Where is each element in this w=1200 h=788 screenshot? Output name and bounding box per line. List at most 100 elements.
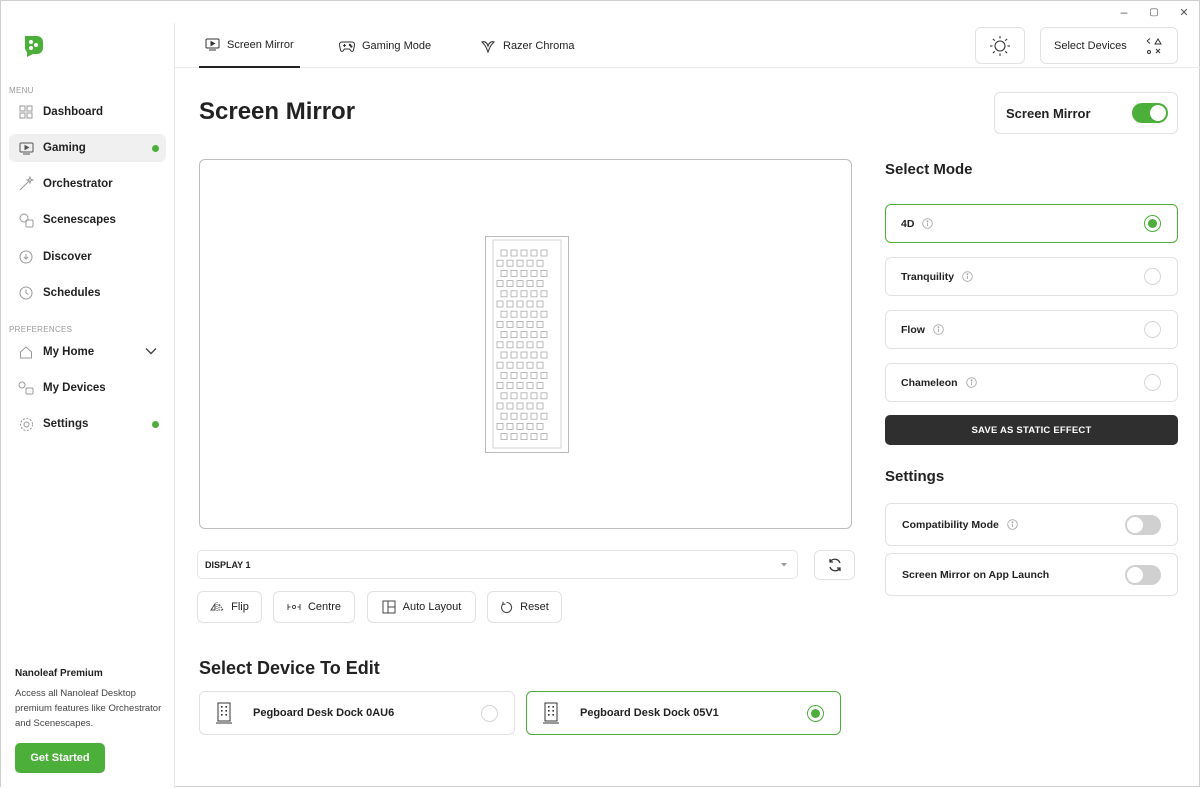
screen-mirror-launch-toggle[interactable] xyxy=(1125,565,1161,585)
flip-button[interactable]: Flip xyxy=(197,591,262,623)
sidebar-item-label: Discover xyxy=(43,251,92,263)
device-radio[interactable] xyxy=(481,705,498,722)
app-window: – ▢ ✕ MENU Dashboard Gaming Orchestrator… xyxy=(0,0,1200,788)
sidebar-item-settings[interactable]: Settings xyxy=(9,410,166,438)
screen-mirror-toggle-label: Screen Mirror xyxy=(1006,105,1091,121)
sidebar-item-gaming[interactable]: Gaming xyxy=(9,134,166,162)
mode-4d[interactable]: 4D xyxy=(885,204,1178,243)
sidebar-item-label: Settings xyxy=(43,418,89,430)
minimize-button[interactable]: – xyxy=(1109,1,1139,23)
gamepad-icon xyxy=(339,40,355,52)
mode-radio[interactable] xyxy=(1144,374,1161,391)
tab-gaming-mode[interactable]: Gaming Mode xyxy=(339,23,431,68)
screen-mirror-toggle[interactable] xyxy=(1132,103,1168,123)
select-devices-button[interactable]: Select Devices xyxy=(1040,27,1178,64)
chevron-down-icon[interactable] xyxy=(144,344,158,358)
info-icon[interactable] xyxy=(933,324,944,335)
device-card-0au6[interactable]: Pegboard Desk Dock 0AU6 xyxy=(199,691,515,735)
mode-chameleon[interactable]: Chameleon xyxy=(885,363,1178,402)
display-select[interactable]: DISPLAY 1 xyxy=(197,550,798,579)
status-dot xyxy=(152,144,159,152)
minimize-icon: – xyxy=(1120,5,1128,19)
caret-down-icon xyxy=(781,563,787,567)
mode-radio[interactable] xyxy=(1144,321,1161,338)
info-icon[interactable] xyxy=(922,218,934,229)
reset-button[interactable]: Reset xyxy=(487,591,562,623)
premium-description: Access all Nanoleaf Desktop premium feat… xyxy=(15,688,162,729)
maximize-button[interactable]: ▢ xyxy=(1139,1,1169,23)
premium-title: Nanoleaf Premium xyxy=(15,668,103,679)
page-title: Screen Mirror xyxy=(199,98,356,125)
menu-section-label: MENU xyxy=(9,86,34,95)
pegboard-device-graphic[interactable] xyxy=(485,236,571,454)
sidebar-item-label: Scenescapes xyxy=(43,214,116,226)
screen-mirror-toggle-card: Screen Mirror xyxy=(994,92,1178,134)
mode-tranquility[interactable]: Tranquility xyxy=(885,257,1178,296)
tab-label: Screen Mirror xyxy=(227,38,294,51)
setting-screen-mirror-on-launch: Screen Mirror on App Launch xyxy=(885,553,1178,596)
sidebar-item-discover[interactable]: Discover xyxy=(9,243,166,271)
select-device-title: Select Device To Edit xyxy=(199,658,380,678)
home-icon xyxy=(17,343,35,361)
monitor-play-icon xyxy=(17,139,35,157)
status-dot xyxy=(152,420,159,428)
reset-icon xyxy=(500,601,513,614)
compatibility-mode-toggle[interactable] xyxy=(1125,515,1161,535)
mode-radio[interactable] xyxy=(1144,268,1161,285)
scenes-icon xyxy=(17,211,35,229)
device-name: Pegboard Desk Dock 05V1 xyxy=(580,707,719,719)
info-icon[interactable] xyxy=(965,377,977,388)
devices-icon xyxy=(17,379,35,397)
device-shapes-icon xyxy=(1146,38,1162,54)
sidebar-item-my-devices[interactable]: My Devices xyxy=(9,374,166,402)
clock-icon xyxy=(17,284,35,302)
refresh-icon xyxy=(828,558,841,572)
mode-flow[interactable]: Flow xyxy=(885,310,1178,349)
centre-label: Centre xyxy=(307,601,342,613)
close-button[interactable]: ✕ xyxy=(1169,1,1199,23)
close-icon: ✕ xyxy=(1179,6,1189,19)
sidebar-item-scenescapes[interactable]: Scenescapes xyxy=(9,206,166,234)
device-card-05v1[interactable]: Pegboard Desk Dock 05V1 xyxy=(526,691,841,735)
sidebar-item-label: My Home xyxy=(43,346,95,358)
mode-label: Chameleon xyxy=(901,376,958,389)
auto-layout-label: Auto Layout xyxy=(402,601,462,613)
sidebar-item-label: Gaming xyxy=(43,142,86,154)
device-radio[interactable] xyxy=(807,705,824,722)
sidebar-item-label: Dashboard xyxy=(43,106,104,118)
mode-label: Tranquility xyxy=(901,270,955,283)
top-tab-bar: Screen Mirror Gaming Mode Razer Chroma S… xyxy=(175,23,1200,68)
pegboard-device-icon xyxy=(215,702,233,724)
save-static-effect-button[interactable]: SAVE AS STATIC EFFECT xyxy=(885,415,1178,445)
centre-button[interactable]: Centre xyxy=(273,591,355,623)
refresh-button[interactable] xyxy=(814,550,855,580)
sidebar-item-my-home[interactable]: My Home xyxy=(9,338,166,366)
display-select-value: DISPLAY 1 xyxy=(205,559,251,570)
preferences-section-label: PREFERENCES xyxy=(9,325,73,334)
info-icon[interactable] xyxy=(962,271,973,282)
info-icon[interactable] xyxy=(1007,519,1018,530)
sidebar-item-schedules[interactable]: Schedules xyxy=(9,279,166,307)
centre-icon xyxy=(287,602,301,612)
toggle-knob xyxy=(1150,105,1166,121)
sidebar: MENU Dashboard Gaming Orchestrator Scene… xyxy=(1,23,175,788)
toggle-knob xyxy=(1127,567,1143,583)
settings-title: Settings xyxy=(885,468,945,485)
setting-label: Compatibility Mode xyxy=(902,518,999,531)
brightness-button[interactable] xyxy=(975,27,1025,64)
select-mode-title: Select Mode xyxy=(885,161,973,178)
sidebar-item-label: Schedules xyxy=(43,287,101,299)
auto-layout-button[interactable]: Auto Layout xyxy=(367,591,476,623)
sidebar-item-orchestrator[interactable]: Orchestrator xyxy=(9,170,166,198)
get-started-button[interactable]: Get Started xyxy=(15,743,105,773)
wand-icon xyxy=(17,175,35,193)
nanoleaf-logo-icon xyxy=(25,36,43,57)
tab-razer-chroma[interactable]: Razer Chroma xyxy=(480,23,575,68)
mode-radio[interactable] xyxy=(1144,215,1161,232)
layout-preview-canvas[interactable] xyxy=(199,159,852,529)
sidebar-item-dashboard[interactable]: Dashboard xyxy=(9,98,166,126)
sun-icon xyxy=(990,35,1010,56)
flip-label: Flip xyxy=(231,601,249,613)
tab-screen-mirror[interactable]: Screen Mirror xyxy=(199,23,300,68)
maximize-icon: ▢ xyxy=(1149,6,1159,18)
